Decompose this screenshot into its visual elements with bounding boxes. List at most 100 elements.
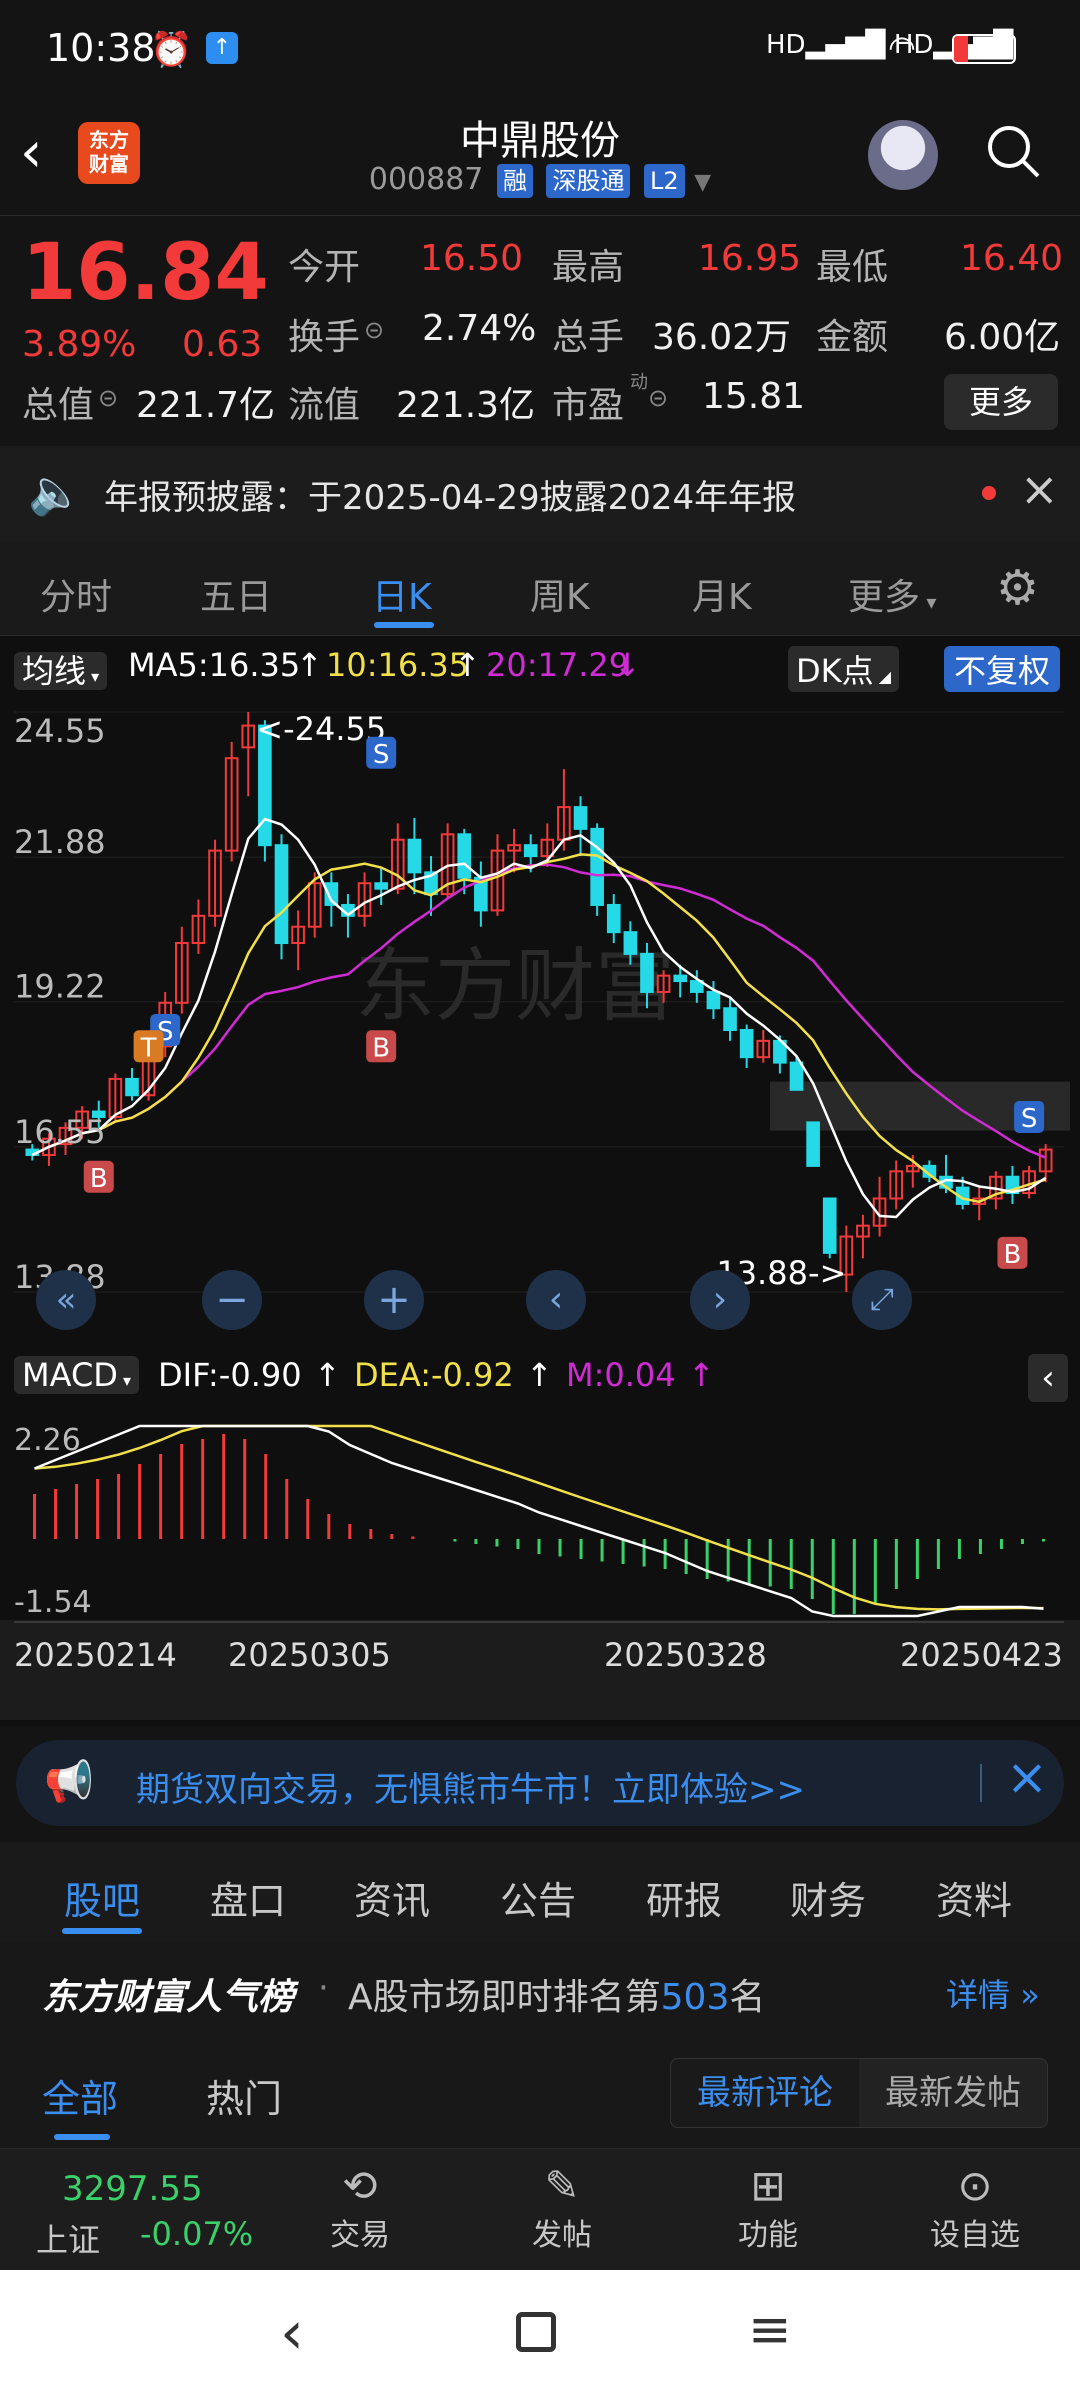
change-amount: 0.63 <box>182 324 263 365</box>
open-label: 今开 <box>288 247 361 288</box>
double-chevron-right-icon: » <box>1010 1976 1040 2014</box>
trade-marker-label: S <box>1021 1104 1038 1134</box>
low-value: 16.40 <box>960 238 1064 279</box>
trade-button[interactable]: ⟲ 交易 <box>310 2161 410 2261</box>
candle-body <box>590 827 604 906</box>
y-tick-label: 24.55 <box>14 712 106 750</box>
robot-avatar-icon[interactable] <box>868 120 938 190</box>
sort-latest-post[interactable]: 最新发帖 <box>859 2059 1047 2127</box>
close-icon[interactable]: × <box>1006 1748 1048 1806</box>
active-tab-underline <box>62 1928 142 1934</box>
rank-brand: 东方财富人气榜 <box>42 1977 295 2018</box>
ma10-value: 10:16.35 <box>326 646 470 684</box>
tab-research[interactable]: 研报 <box>646 1870 722 1925</box>
home-nav-icon[interactable] <box>516 2312 556 2352</box>
scroll-left-icon[interactable]: ‹ <box>526 1270 586 1330</box>
candle-body <box>573 806 588 830</box>
tab-finance[interactable]: 财务 <box>790 1870 866 1925</box>
scroll-right-icon[interactable]: › <box>690 1270 750 1330</box>
kline-chart[interactable]: 东方财富24.5521.8819.2216.5513.88<-24.5513.8… <box>0 692 1080 1352</box>
tab-weekly-k[interactable]: 周K <box>530 568 590 620</box>
fullscreen-icon[interactable]: ⤢ <box>852 1270 912 1330</box>
adjust-mode-button[interactable]: 不复权 <box>944 646 1061 692</box>
tag-connect: 深股通 <box>546 163 631 198</box>
popularity-rank[interactable]: 东方财富人气榜 · A股市场即时排名第503名 详情 » <box>0 1942 1080 2038</box>
amount-label: 金额 <box>816 317 889 358</box>
function-button[interactable]: ⊞ 功能 <box>718 2161 818 2261</box>
macd-selector[interactable]: MACD ▾ <box>14 1356 140 1394</box>
tab-five-day[interactable]: 五日 <box>200 568 272 620</box>
pe-superscript: 动 <box>630 372 648 393</box>
chevron-down-icon: ▼ <box>694 170 712 195</box>
candle-body <box>457 833 472 879</box>
tab-monthly-k[interactable]: 月K <box>692 568 752 620</box>
mktcap-value: 221.7亿 <box>136 385 276 426</box>
rank-detail-link[interactable]: 详情 » <box>946 1970 1040 2016</box>
change-percent: 3.89% <box>22 324 137 365</box>
post-button[interactable]: ✎ 发帖 <box>512 2161 612 2261</box>
content-tabs: 股吧 盘口 资讯 公告 研报 财务 资料 <box>0 1842 1080 1942</box>
candle-body <box>789 1061 804 1091</box>
active-tab-underline <box>374 622 434 628</box>
bottom-toolbar: 3297.55 上证 -0.07% ⟲ 交易 ✎ 发帖 ⊞ 功能 ⊙ 设自选 <box>0 2148 1080 2270</box>
tab-profile[interactable]: 资料 <box>936 1870 1012 1925</box>
filter-all[interactable]: 全部 <box>42 2068 118 2123</box>
ma20-value: 20:17.29 <box>486 646 630 684</box>
quote-panel: 16.84 3.89% 0.63 今开 16.50 最高 16.95 最低 16… <box>0 216 1080 446</box>
zoom-out-icon[interactable]: − <box>202 1270 262 1330</box>
filter-hot[interactable]: 热门 <box>206 2068 282 2123</box>
corner-triangle-icon: ◢ <box>873 667 892 686</box>
info-icon[interactable]: ⊝ <box>98 384 118 412</box>
rank-suffix: 名 <box>729 1977 766 2018</box>
candle-body <box>274 844 289 945</box>
tab-more-label: 更多 <box>848 577 921 618</box>
ma-selector[interactable]: 均线 ▾ <box>14 646 108 692</box>
tab-pankou[interactable]: 盘口 <box>210 1870 286 1925</box>
speaker-icon: 🔈 <box>28 467 83 518</box>
battery-level: 18 <box>971 37 997 61</box>
tab-guba[interactable]: 股吧 <box>64 1870 140 1925</box>
macd-type-label: MACD <box>22 1356 118 1394</box>
sort-latest-comment[interactable]: 最新评论 <box>671 2059 859 2127</box>
add-watchlist-button[interactable]: ⊙ 设自选 <box>920 2161 1030 2261</box>
ma-type-label: 均线 <box>22 652 87 690</box>
tab-intraday[interactable]: 分时 <box>40 568 112 620</box>
trade-label: 交易 <box>330 2218 390 2253</box>
more-button[interactable]: 更多 <box>944 374 1058 430</box>
ma-type-select[interactable]: 均线 ▾ <box>14 652 108 690</box>
back-nav-icon[interactable]: ‹ <box>280 2298 304 2368</box>
watch-label: 设自选 <box>930 2218 1020 2253</box>
tab-announcements[interactable]: 公告 <box>500 1870 576 1925</box>
tab-more[interactable]: 更多 ▾ <box>848 568 936 620</box>
settings-gear-icon[interactable]: ⚙ <box>996 560 1039 616</box>
wifi-icon: ◠ <box>888 28 916 66</box>
tab-news[interactable]: 资讯 <box>354 1870 430 1925</box>
high-label: 最高 <box>552 247 625 288</box>
close-icon[interactable]: × <box>1020 462 1059 516</box>
macd-type-select[interactable]: MACD ▾ <box>14 1356 140 1394</box>
index-ticker[interactable]: 3297.55 上证 -0.07% <box>30 2169 270 2259</box>
rewind-icon[interactable]: « <box>36 1270 96 1330</box>
notice-bar[interactable]: 🔈 年报预披露：于2025-04-29披露2024年年报 × <box>0 446 1080 542</box>
megaphone-icon: 📢 <box>44 1759 94 1805</box>
ad-banner[interactable]: 📢 期货双向交易，无惧熊市牛市！立即体验>> × <box>16 1740 1064 1826</box>
candle-body <box>374 882 388 890</box>
candle-body <box>125 1077 139 1097</box>
dk-point-button[interactable]: DK点 ◢ <box>788 646 900 692</box>
tag-margin: 融 <box>496 163 533 198</box>
search-icon[interactable] <box>984 122 1042 180</box>
tab-daily-k[interactable]: 日K <box>372 568 432 620</box>
info-icon[interactable]: ⊝ <box>364 316 384 344</box>
collapse-panel-icon[interactable]: ‹ <box>1028 1354 1068 1402</box>
alarm-icon: ⏰ <box>150 30 193 70</box>
menu-nav-icon[interactable]: ≡ <box>748 2300 792 2360</box>
float-label: 流值 <box>288 385 361 426</box>
pe-value: 15.81 <box>702 376 806 417</box>
system-nav-bar: ‹ ≡ <box>0 2270 1080 2400</box>
candle-body <box>706 990 721 1010</box>
period-tabs: 分时 五日 日K 周K 月K 更多 ▾ ⚙ <box>0 542 1080 636</box>
zoom-in-icon[interactable]: + <box>364 1270 424 1330</box>
candle-body <box>407 838 422 874</box>
edit-icon: ✎ <box>544 2161 580 2210</box>
info-icon[interactable]: ⊝ <box>648 384 668 412</box>
